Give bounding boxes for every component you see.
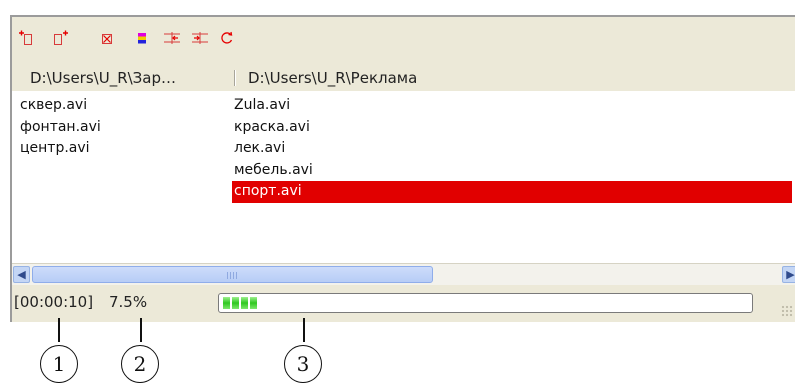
- list-item[interactable]: центр.avi: [18, 138, 218, 160]
- collapse-button[interactable]: [162, 28, 182, 48]
- scroll-thumb[interactable]: [32, 266, 433, 283]
- progress-fill: [223, 297, 257, 309]
- list-item[interactable]: лек.avi: [232, 138, 792, 160]
- add-after-icon: [54, 30, 68, 45]
- scroll-left-button[interactable]: ◀: [13, 266, 30, 283]
- refresh-icon: [221, 31, 233, 44]
- callout-2: 2: [121, 345, 159, 383]
- progress-percent: 7.5%: [109, 293, 148, 311]
- expand-icon: [192, 32, 208, 44]
- app-window: D:\Users\U_R\Зар… D:\Users\U_R\Реклама с…: [10, 15, 795, 322]
- progress-segment: [232, 297, 239, 309]
- progress-segment: [241, 297, 248, 309]
- callout-leader-2: [140, 318, 142, 342]
- elapsed-time: [00:00:10]: [14, 293, 94, 311]
- right-column-header[interactable]: D:\Users\U_R\Реклама: [248, 65, 417, 91]
- progress-bar: [218, 293, 753, 313]
- progress-segment: [250, 297, 257, 309]
- callout-3: 3: [284, 345, 322, 383]
- list-item[interactable]: фонтан.avi: [18, 117, 218, 139]
- file-list: сквер.avi фонтан.avi центр.avi Zula.avi …: [12, 91, 795, 263]
- color-button[interactable]: [132, 28, 152, 48]
- horizontal-scrollbar[interactable]: ◀ ▶: [12, 263, 795, 285]
- toolbar: [12, 17, 795, 65]
- resize-grip-icon[interactable]: [781, 305, 793, 317]
- expand-button[interactable]: [190, 28, 210, 48]
- list-item[interactable]: мебель.avi: [232, 160, 792, 182]
- add-before-icon: [19, 30, 32, 45]
- selected-list-item[interactable]: спорт.avi: [232, 181, 792, 203]
- add-before-button[interactable]: [17, 28, 37, 48]
- list-item[interactable]: сквер.avi: [18, 95, 218, 117]
- list-item[interactable]: краска.avi: [232, 117, 792, 139]
- delete-icon: [102, 34, 112, 44]
- scroll-right-button[interactable]: ▶: [782, 266, 795, 283]
- right-file-column: Zula.avi краска.avi лек.avi мебель.avi с…: [232, 95, 792, 203]
- delete-button[interactable]: [97, 28, 117, 48]
- progress-segment: [223, 297, 230, 309]
- chevron-right-icon: ▶: [786, 268, 795, 281]
- collapse-icon: [164, 32, 180, 44]
- color-icon: [138, 33, 146, 44]
- list-header: D:\Users\U_R\Зар… D:\Users\U_R\Реклама: [12, 65, 795, 92]
- chevron-left-icon: ◀: [17, 268, 26, 281]
- callout-leader-1: [58, 318, 60, 342]
- add-after-button[interactable]: [52, 28, 72, 48]
- callout-leader-3: [303, 318, 305, 342]
- callout-1: 1: [40, 345, 78, 383]
- left-column-header[interactable]: D:\Users\U_R\Зар…: [30, 65, 176, 91]
- list-item[interactable]: Zula.avi: [232, 95, 792, 117]
- refresh-button[interactable]: [217, 28, 237, 48]
- status-bar: [00:00:10] 7.5%: [12, 285, 795, 322]
- header-divider-highlight: [235, 70, 236, 86]
- grip-icon: [226, 272, 239, 279]
- left-file-column: сквер.avi фонтан.avi центр.avi: [18, 95, 218, 160]
